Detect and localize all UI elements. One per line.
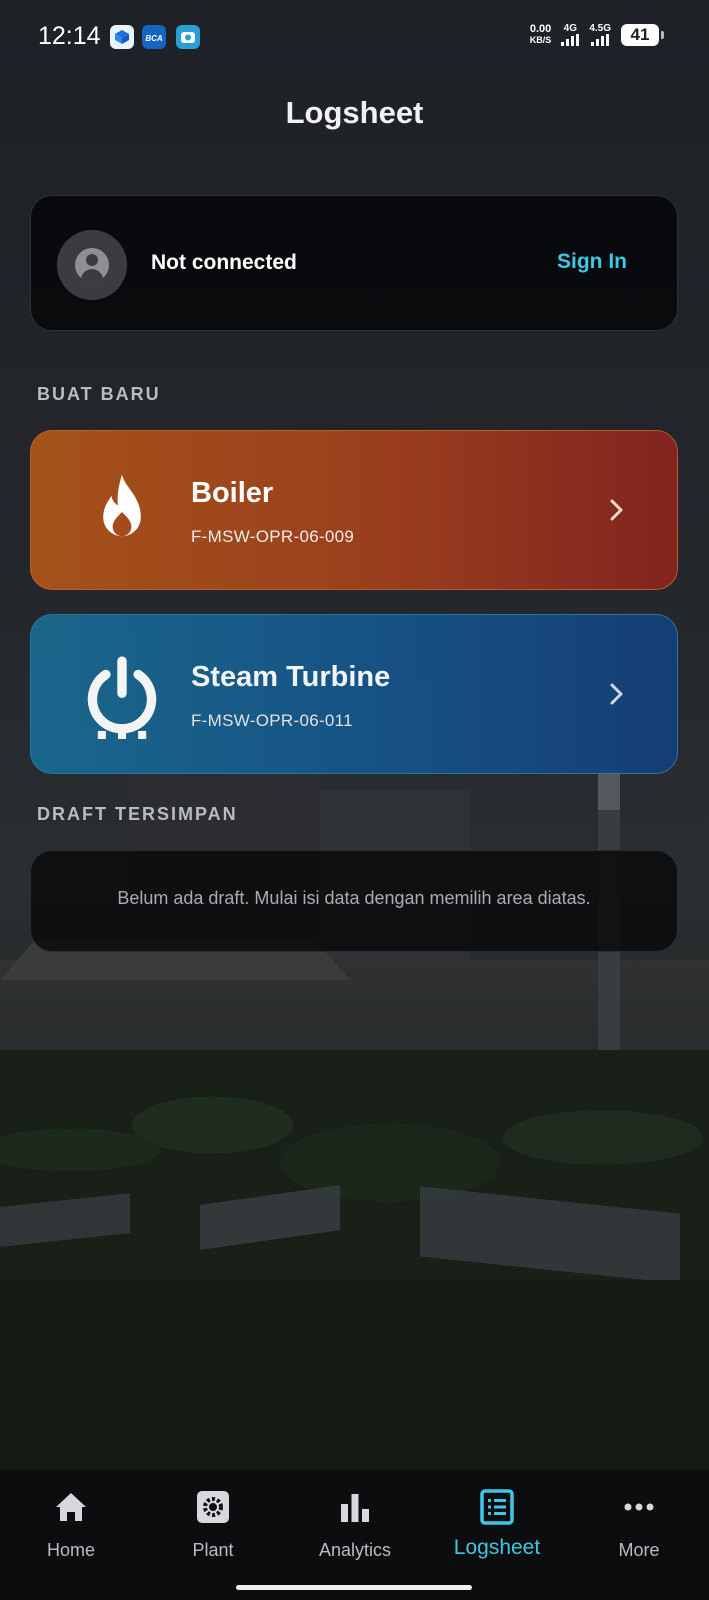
home-icon [56,1493,86,1521]
svg-text:BCA: BCA [145,34,163,43]
net-speed-value: 0.00 [529,23,552,35]
account-status: Not connected [151,251,297,274]
section-draft-label: DRAFT TERSIMPAN [37,804,238,824]
network-speed: 0.00 KB/S [530,24,552,46]
area-card-steam-turbine[interactable]: Steam Turbine F-MSW-OPR-06-011 [30,614,678,774]
flame-icon [103,474,141,537]
signal-45g: 4.5G [589,24,611,46]
area-card-boiler[interactable]: Boiler F-MSW-OPR-06-009 [30,430,678,590]
person-icon [75,248,109,282]
sign-in-button[interactable]: Sign In [557,250,627,274]
status-bar: 12:14 BCA 0.00 KB/S 4G 4.5G 41 [0,0,709,76]
mybca-app-icon: BCA [142,25,166,49]
battery-icon: 41 [621,24,664,46]
nav-label: Plant [192,1540,234,1560]
draft-empty-message: Belum ada draft. Mulai isi data dengan m… [117,888,591,908]
signal-bars-icon [591,34,610,46]
section-new-label: BUAT BARU [37,384,161,404]
status-time: 12:14 [38,22,101,50]
gear-icon [197,1491,229,1523]
bar-chart-icon [341,1494,369,1522]
nav-analytics[interactable]: Analytics [284,1488,426,1561]
area-code: F-MSW-OPR-06-011 [191,711,353,730]
signal-bars-icon [561,34,580,46]
area-title: Steam Turbine [191,661,391,693]
chevron-right-icon [610,683,623,705]
page-title: Logsheet [285,95,424,130]
chevron-right-icon [610,499,623,521]
nav-logsheet[interactable]: Logsheet [426,1488,568,1560]
home-indicator[interactable] [236,1585,472,1590]
power-icon [87,656,157,739]
signal-4g: 4G [561,23,580,46]
account-card: Not connected Sign In [30,195,678,331]
nav-more[interactable]: More [568,1488,709,1561]
camera-app-icon [176,25,200,49]
avatar [57,230,127,300]
box-app-icon [110,25,134,49]
nav-label: More [618,1540,660,1560]
nav-label: Home [46,1540,95,1560]
battery-level: 41 [630,25,650,44]
nav-home[interactable]: Home [0,1488,142,1561]
list-icon [480,1489,514,1525]
net-speed-unit: KB/S [529,35,552,45]
nav-plant[interactable]: Plant [142,1488,284,1561]
nav-label: Logsheet [453,1536,541,1559]
signal1-label: 4G [563,23,577,34]
nav-label: Analytics [318,1540,392,1560]
bottom-nav: Home Plant Analytics Logsheet More [0,1470,709,1600]
area-code: F-MSW-OPR-06-009 [191,527,355,546]
signal2-label: 4.5G [589,23,611,34]
draft-list: Belum ada draft. Mulai isi data dengan m… [30,850,678,952]
more-icon [624,1503,654,1511]
area-title: Boiler [191,477,274,509]
